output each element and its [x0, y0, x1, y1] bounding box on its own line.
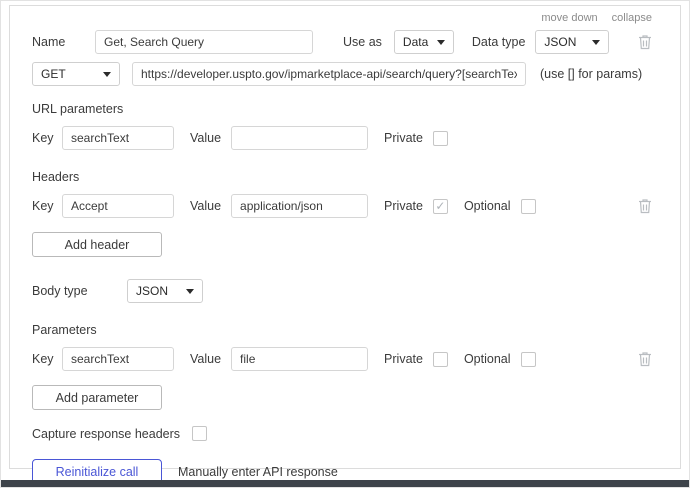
- use-as-select[interactable]: Data: [394, 30, 454, 54]
- parameter-key-input[interactable]: [62, 347, 174, 371]
- parameter-row: Key Value Private Optional: [32, 347, 652, 371]
- chevron-down-icon: [186, 289, 194, 294]
- body-type-row: Body type JSON: [32, 279, 652, 303]
- move-down-link[interactable]: move down: [541, 12, 597, 24]
- key-label: Key: [32, 131, 62, 145]
- http-method-select[interactable]: GET: [32, 62, 120, 86]
- add-header-button[interactable]: Add header: [32, 232, 162, 257]
- data-type-selected-value: JSON: [544, 35, 576, 49]
- private-label: Private: [384, 352, 423, 366]
- name-row: Name Use as Data Data type JSON: [32, 30, 652, 54]
- url-param-key-input[interactable]: [62, 126, 174, 150]
- body-type-select[interactable]: JSON: [127, 279, 203, 303]
- parameter-private-checkbox[interactable]: [433, 352, 448, 367]
- parameter-optional-checkbox[interactable]: [521, 352, 536, 367]
- delete-call-trash-icon[interactable]: [638, 34, 652, 50]
- parameters-title: Parameters: [32, 323, 652, 337]
- use-as-selected-value: Data: [403, 35, 428, 49]
- api-call-panel: move down collapse Name Use as Data Data…: [9, 5, 681, 469]
- private-label: Private: [384, 199, 423, 213]
- value-label: Value: [190, 352, 221, 366]
- value-label: Value: [190, 199, 221, 213]
- header-private-checkbox[interactable]: [433, 199, 448, 214]
- body-type-selected-value: JSON: [136, 284, 168, 298]
- delete-parameter-trash-icon[interactable]: [638, 351, 652, 367]
- header-value-input[interactable]: [231, 194, 368, 218]
- collapse-link[interactable]: collapse: [612, 12, 652, 24]
- http-method-value: GET: [41, 67, 66, 81]
- capture-response-headers-checkbox[interactable]: [192, 426, 207, 441]
- url-row: GET (use [] for params): [32, 62, 652, 86]
- chevron-down-icon: [103, 72, 111, 77]
- value-label: Value: [190, 131, 221, 145]
- header-key-input[interactable]: [62, 194, 174, 218]
- data-type-select[interactable]: JSON: [535, 30, 609, 54]
- url-param-private-checkbox[interactable]: [433, 131, 448, 146]
- url-parameter-row: Key Value Private: [32, 126, 652, 150]
- headers-title: Headers: [32, 170, 652, 184]
- manual-api-response-link[interactable]: Manually enter API response: [178, 465, 338, 479]
- body-type-label: Body type: [32, 284, 127, 298]
- key-label: Key: [32, 199, 62, 213]
- capture-response-headers-label: Capture response headers: [32, 427, 180, 441]
- key-label: Key: [32, 352, 62, 366]
- call-name-input[interactable]: [95, 30, 313, 54]
- use-as-label: Use as: [343, 35, 382, 49]
- optional-label: Optional: [464, 199, 511, 213]
- chevron-down-icon: [592, 40, 600, 45]
- name-label: Name: [32, 35, 95, 49]
- url-params-hint: (use [] for params): [540, 67, 642, 81]
- bottom-bar: [1, 480, 689, 487]
- private-label: Private: [384, 131, 423, 145]
- add-parameter-button[interactable]: Add parameter: [32, 385, 162, 410]
- api-url-input[interactable]: [132, 62, 526, 86]
- url-param-value-input[interactable]: [231, 126, 368, 150]
- header-optional-checkbox[interactable]: [521, 199, 536, 214]
- panel-controls: move down collapse: [32, 12, 652, 24]
- capture-response-headers-row: Capture response headers: [32, 426, 652, 441]
- parameter-value-input[interactable]: [231, 347, 368, 371]
- url-parameters-title: URL parameters: [32, 102, 652, 116]
- delete-header-trash-icon[interactable]: [638, 198, 652, 214]
- optional-label: Optional: [464, 352, 511, 366]
- chevron-down-icon: [437, 40, 445, 45]
- header-row: Key Value Private Optional: [32, 194, 652, 218]
- data-type-label: Data type: [472, 35, 526, 49]
